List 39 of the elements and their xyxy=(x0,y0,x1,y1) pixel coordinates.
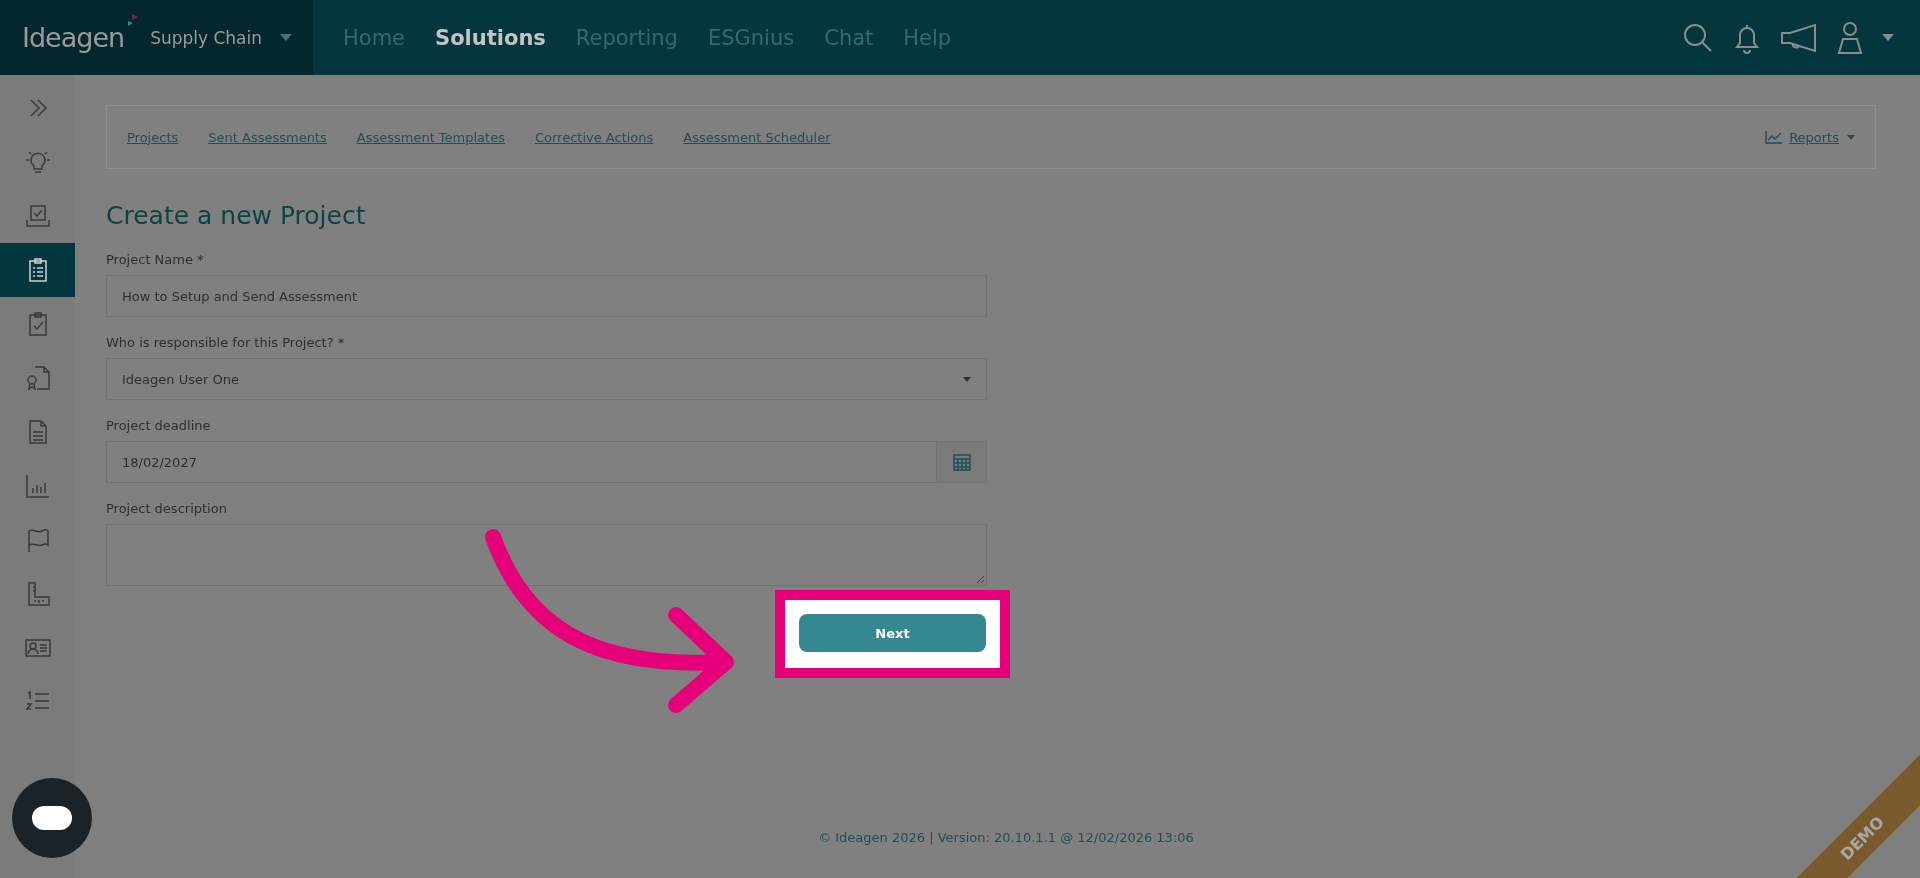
input-field[interactable]: How to Setup and Send Assessment xyxy=(106,275,987,317)
caret-icon[interactable] xyxy=(280,34,293,41)
user-icon[interactable] xyxy=(1836,20,1864,55)
field-value: Ideagen User One xyxy=(122,371,239,387)
field-value: How to Setup and Send Assessment xyxy=(122,288,358,304)
page-title: Create a new Project xyxy=(106,201,367,230)
megaphone-icon[interactable] xyxy=(1780,22,1818,53)
resize-grip-icon xyxy=(977,576,984,583)
reports-link[interactable]: Reports xyxy=(1789,129,1839,145)
subnav-link[interactable]: Corrective Actions xyxy=(534,129,654,145)
calendar-icon xyxy=(952,453,971,471)
subnav-link[interactable]: Projects xyxy=(127,129,179,145)
brand-logo[interactable]: Ideagen xyxy=(22,22,125,53)
field-label: Project Name * xyxy=(106,252,205,267)
chart-icon xyxy=(24,473,51,499)
sidebar-item[interactable] xyxy=(0,243,75,297)
lightbulb-icon xyxy=(24,149,51,175)
caret-icon[interactable] xyxy=(1847,134,1855,140)
tray-icon xyxy=(24,203,51,229)
field-value: 18/02/2027 xyxy=(122,454,197,470)
field-label: Project deadline xyxy=(106,418,212,433)
select-field[interactable]: Ideagen User One xyxy=(106,358,987,400)
next-button[interactable]: Next xyxy=(799,614,986,652)
field-label: Who is responsible for this Project? * xyxy=(106,335,346,350)
subnav-link[interactable]: Sent Assessments xyxy=(208,129,327,145)
caret-icon[interactable] xyxy=(1882,34,1894,41)
search-icon[interactable] xyxy=(1682,21,1714,54)
trend-chart-icon xyxy=(1765,130,1784,144)
subnav-link[interactable]: Assessment Templates xyxy=(356,129,505,145)
chat-bubble-icon xyxy=(32,806,72,830)
caret-icon xyxy=(963,376,971,382)
date-field[interactable]: 18/02/2027 xyxy=(106,441,937,483)
nav-tab[interactable]: Solutions xyxy=(435,25,546,50)
textarea-field[interactable] xyxy=(106,524,987,586)
certificate-icon xyxy=(24,365,51,391)
product-name: Supply Chain xyxy=(150,27,263,48)
subnav-link[interactable]: Assessment Scheduler xyxy=(683,129,831,145)
calendar-button[interactable] xyxy=(937,441,987,483)
field-label: Project description xyxy=(106,501,228,516)
